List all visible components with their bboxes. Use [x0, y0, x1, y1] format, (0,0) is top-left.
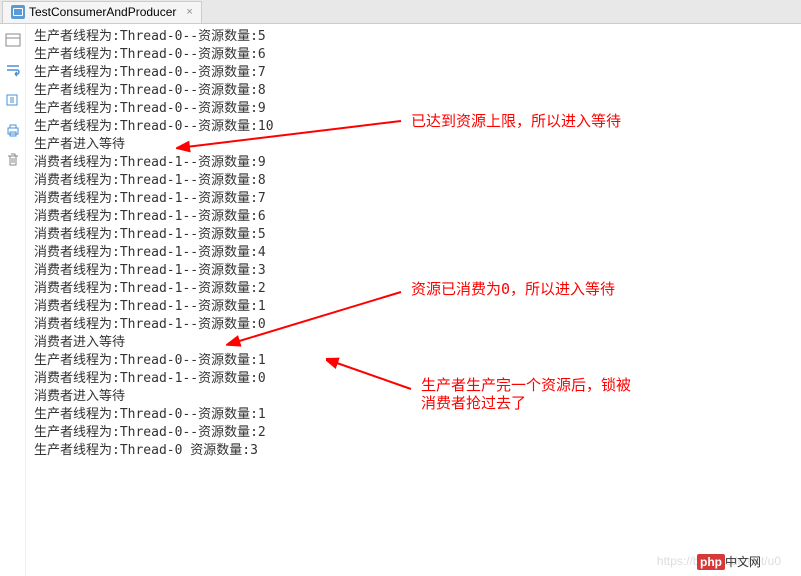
logo-cn: 中文网: [725, 555, 761, 569]
log-line: 消费者线程为:Thread-1--资源数量:3: [34, 262, 793, 280]
logo-php: php: [697, 554, 725, 570]
log-line: 消费者进入等待: [34, 334, 793, 352]
log-line: 生产者线程为:Thread-0--资源数量:8: [34, 82, 793, 100]
log-line: 消费者线程为:Thread-1--资源数量:7: [34, 190, 793, 208]
console-output: 生产者线程为:Thread-0--资源数量:5 生产者线程为:Thread-0-…: [26, 24, 801, 576]
print-icon[interactable]: [5, 122, 21, 138]
tab-testconsumerandproducer[interactable]: TestConsumerAndProducer ×: [2, 1, 202, 23]
log-line: 生产者线程为:Thread-0 资源数量:3: [34, 442, 793, 460]
log-line: 消费者进入等待: [34, 388, 793, 406]
log-line: 消费者线程为:Thread-1--资源数量:4: [34, 244, 793, 262]
log-line: 消费者线程为:Thread-1--资源数量:1: [34, 298, 793, 316]
gutter: [0, 24, 26, 576]
layout-icon[interactable]: [5, 32, 21, 48]
log-line: 生产者线程为:Thread-0--资源数量:1: [34, 406, 793, 424]
log-line: 消费者线程为:Thread-1--资源数量:5: [34, 226, 793, 244]
annotation-lock: 生产者生产完一个资源后，锁被 消费者抢过去了: [421, 376, 631, 412]
log-line: 消费者线程为:Thread-1--资源数量:0: [34, 316, 793, 334]
log-line: 生产者进入等待: [34, 136, 793, 154]
annotation-zero: 资源已消费为0，所以进入等待: [411, 280, 615, 298]
logo-badge: php中文网: [697, 553, 761, 570]
log-line: 消费者线程为:Thread-1--资源数量:8: [34, 172, 793, 190]
scroll-icon[interactable]: [5, 92, 21, 108]
log-line: 消费者线程为:Thread-1--资源数量:6: [34, 208, 793, 226]
run-icon: [11, 5, 25, 19]
log-line: 生产者线程为:Thread-0--资源数量:2: [34, 424, 793, 442]
log-line: 生产者线程为:Thread-0--资源数量:5: [34, 28, 793, 46]
annotation-limit: 已达到资源上限，所以进入等待: [411, 112, 621, 130]
log-line: 消费者线程为:Thread-1--资源数量:9: [34, 154, 793, 172]
log-line: 生产者线程为:Thread-0--资源数量:6: [34, 46, 793, 64]
log-line: 生产者线程为:Thread-0--资源数量:1: [34, 352, 793, 370]
tab-bar: TestConsumerAndProducer ×: [0, 0, 801, 24]
wrap-icon[interactable]: [5, 62, 21, 78]
tab-label: TestConsumerAndProducer: [29, 5, 176, 19]
close-icon[interactable]: ×: [186, 6, 192, 18]
annotation-lock-line1: 生产者生产完一个资源后，锁被: [421, 376, 631, 394]
annotation-lock-line2: 消费者抢过去了: [421, 394, 631, 412]
log-line: 消费者线程为:Thread-1--资源数量:0: [34, 370, 793, 388]
main: 生产者线程为:Thread-0--资源数量:5 生产者线程为:Thread-0-…: [0, 24, 801, 576]
trash-icon[interactable]: [5, 152, 21, 168]
log-line: 生产者线程为:Thread-0--资源数量:7: [34, 64, 793, 82]
